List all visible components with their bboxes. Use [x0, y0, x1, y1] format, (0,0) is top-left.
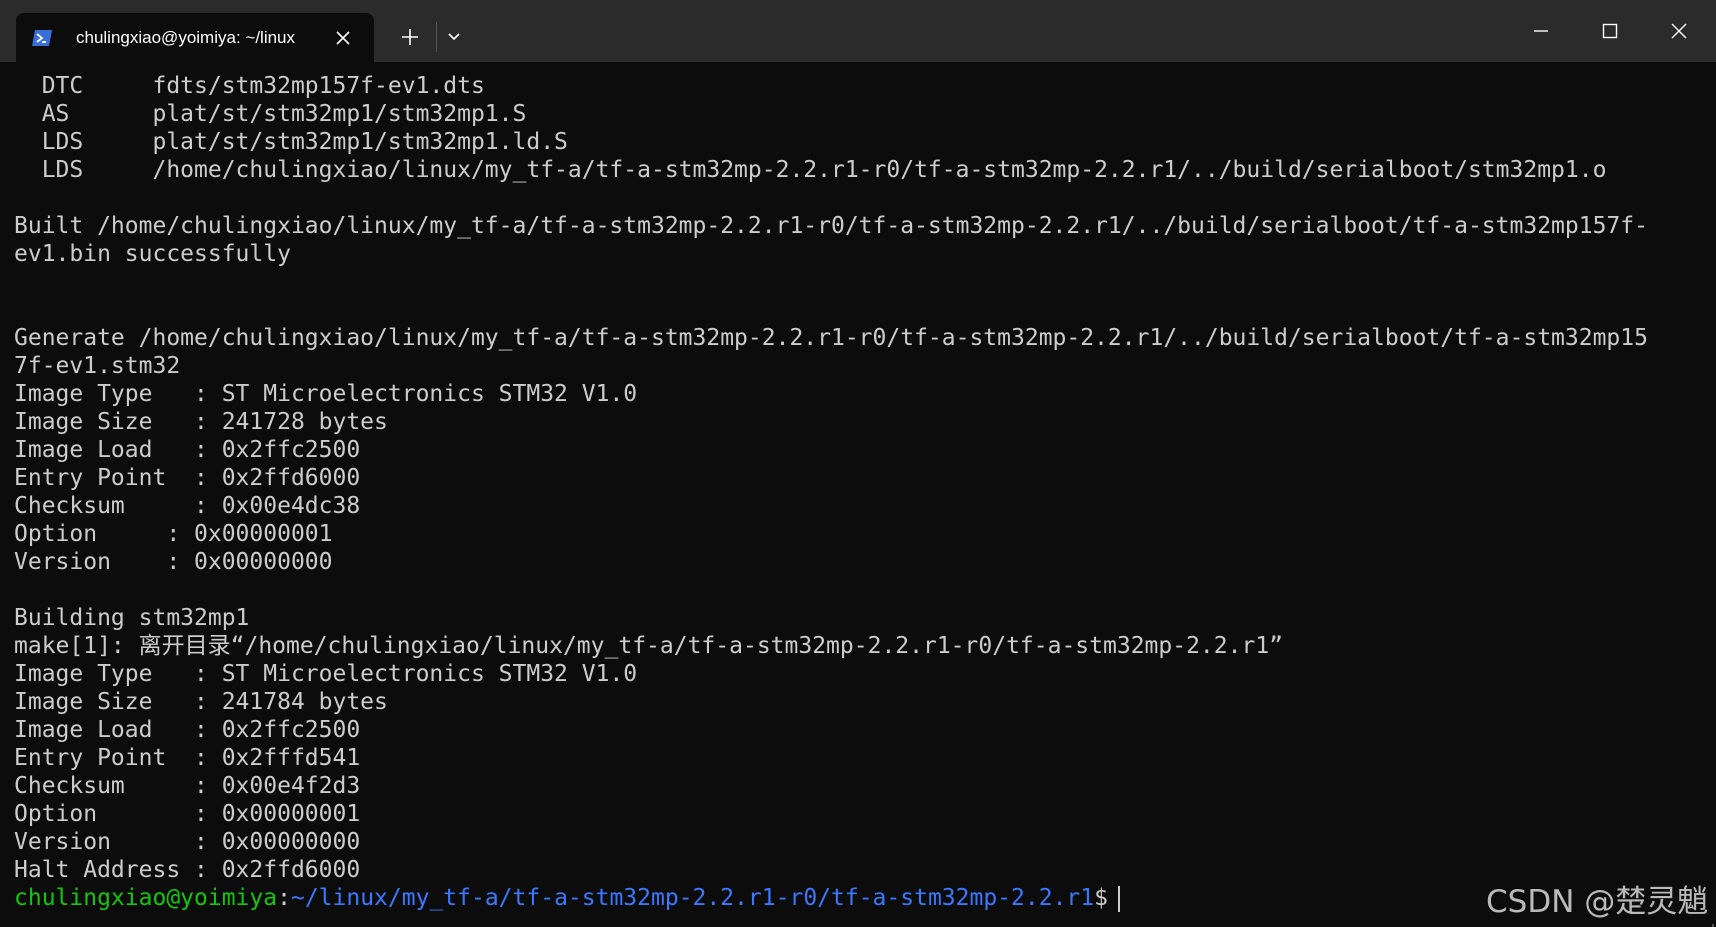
terminal-line: Option : 0x00000001 — [14, 801, 361, 827]
prompt-user-host: chulingxiao@yoimiya — [14, 885, 278, 911]
terminal-line: Image Type : ST Microelectronics STM32 V… — [14, 381, 638, 407]
close-window-button[interactable] — [1646, 8, 1712, 54]
terminal-line: Image Load : 0x2ffc2500 — [14, 717, 361, 743]
terminal-line: Version : 0x00000000 — [14, 549, 333, 575]
tab-separator — [436, 22, 437, 52]
terminal-line: Checksum : 0x00e4f2d3 — [14, 773, 361, 799]
terminal-line: Image Size : 241728 bytes — [14, 409, 388, 435]
minimize-icon — [1534, 30, 1548, 32]
terminal-line: Version : 0x00000000 — [14, 829, 361, 855]
tab-close-icon[interactable] — [330, 25, 356, 51]
terminal-line: Image Size : 241784 bytes — [14, 689, 388, 715]
terminal-line: 7f-ev1.stm32 — [14, 353, 181, 379]
plus-icon — [402, 29, 418, 45]
watermark: CSDN @楚灵魈 — [1486, 884, 1709, 920]
tab-title: chulingxiao@yoimiya: ~/linux — [76, 27, 295, 47]
terminal-line: Built /home/chulingxiao/linux/my_tf-a/tf… — [14, 213, 1648, 239]
prompt-colon: : — [277, 885, 291, 911]
title-bar: chulingxiao@yoimiya: ~/linux — [0, 0, 1716, 62]
terminal-line: Checksum : 0x00e4dc38 — [14, 493, 361, 519]
close-icon — [1671, 23, 1687, 39]
new-tab-button[interactable] — [395, 22, 425, 52]
terminal-line: ev1.bin successfully — [14, 241, 291, 267]
chevron-down-icon — [448, 33, 460, 41]
terminal-line: Image Type : ST Microelectronics STM32 V… — [14, 661, 638, 687]
terminal-line: Image Load : 0x2ffc2500 — [14, 437, 361, 463]
terminal-line: Halt Address : 0x2ffd6000 — [14, 857, 361, 883]
terminal-line: AS plat/st/stm32mp1/stm32mp1.S — [14, 101, 527, 127]
minimize-button[interactable] — [1508, 8, 1574, 54]
prompt-symbol: $ — [1094, 885, 1108, 911]
terminal-line: Generate /home/chulingxiao/linux/my_tf-a… — [14, 325, 1648, 351]
terminal-line: LDS /home/chulingxiao/linux/my_tf-a/tf-a… — [14, 157, 1607, 183]
terminal-prompt-icon — [30, 29, 54, 47]
terminal-line: Building stm32mp1 — [14, 605, 250, 631]
terminal-tab[interactable]: chulingxiao@yoimiya: ~/linux — [16, 13, 374, 62]
terminal-line: Entry Point : 0x2ffd6000 — [14, 465, 361, 491]
terminal-line: Entry Point : 0x2fffd541 — [14, 745, 361, 771]
tab-dropdown-button[interactable] — [442, 22, 466, 52]
terminal-output[interactable]: DTC fdts/stm32mp157f-ev1.dts AS plat/st/… — [0, 62, 1716, 927]
terminal-line: DTC fdts/stm32mp157f-ev1.dts — [14, 73, 485, 99]
maximize-icon — [1602, 23, 1618, 39]
terminal-line: Option : 0x00000001 — [14, 521, 333, 547]
text-cursor — [1117, 885, 1120, 912]
terminal-line: LDS plat/st/stm32mp1/stm32mp1.ld.S — [14, 129, 568, 155]
maximize-button[interactable] — [1577, 8, 1643, 54]
terminal-line: make[1]: 离开目录“/home/chulingxiao/linux/my… — [14, 633, 1284, 659]
prompt-path: ~/linux/my_tf-a/tf-a-stm32mp-2.2.r1-r0/t… — [290, 885, 1095, 911]
command-prompt[interactable]: chulingxiao@yoimiya:~/linux/my_tf-a/tf-a… — [14, 884, 1120, 912]
terminal-window: chulingxiao@yoimiya: ~/linux DTC fdts/st… — [0, 0, 1716, 927]
